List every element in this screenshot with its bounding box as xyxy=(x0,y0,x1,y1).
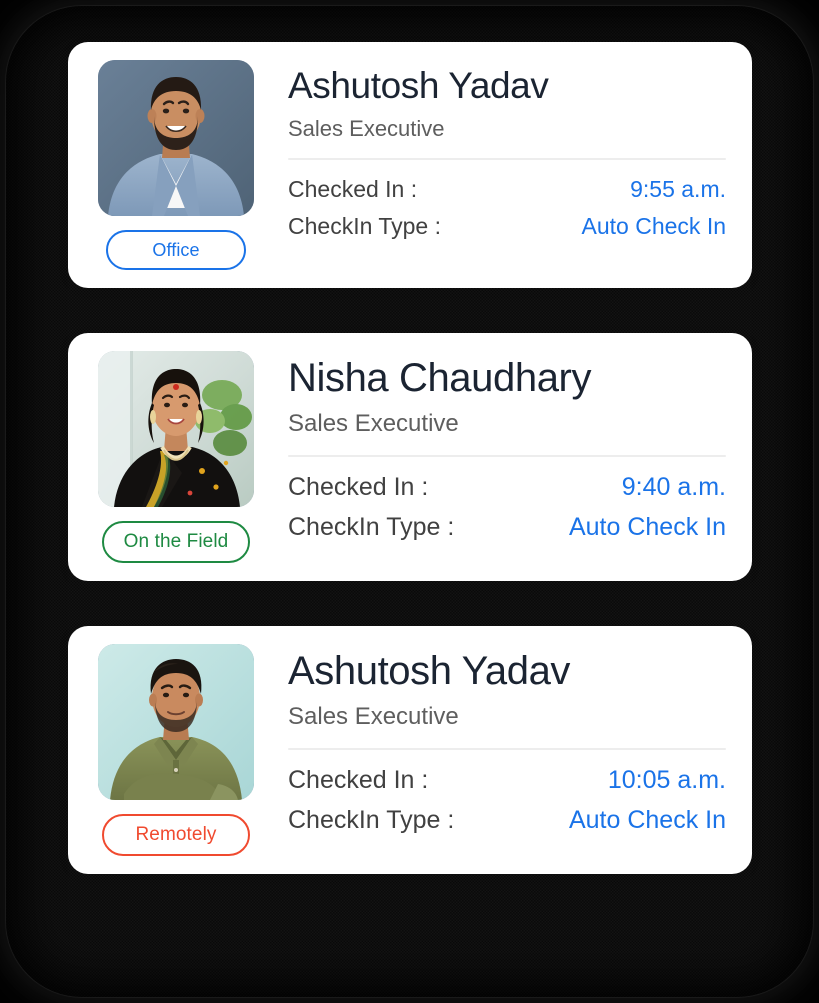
checkin-type-label: CheckIn Type : xyxy=(288,805,455,834)
work-location-badge-label: Remotely xyxy=(135,824,217,845)
work-location-badge-label: Office xyxy=(152,239,200,260)
screen: Office Ashutosh Yadav Sales Executive Ch… xyxy=(0,0,819,1003)
work-location-badge[interactable]: On the Field xyxy=(102,521,250,563)
checked-in-value: 10:05 a.m. xyxy=(607,765,726,794)
checked-in-value: 9:40 a.m. xyxy=(621,472,726,501)
checkin-type-row: CheckIn Type : Auto Check In xyxy=(288,804,726,838)
checkin-type-value: Auto Check In xyxy=(568,512,726,541)
checkin-card[interactable]: Office Ashutosh Yadav Sales Executive Ch… xyxy=(68,42,752,288)
person-details-column: Ashutosh Yadav Sales Executive Checked I… xyxy=(262,644,726,837)
person-details-column: Ashutosh Yadav Sales Executive Checked I… xyxy=(262,60,726,242)
checkin-type-row: CheckIn Type : Auto Check In xyxy=(288,511,726,545)
person-role: Sales Executive xyxy=(288,703,459,731)
person-name: Nisha Chaudhary xyxy=(288,356,592,400)
checkin-card-list: Office Ashutosh Yadav Sales Executive Ch… xyxy=(68,42,752,874)
person-role: Sales Executive xyxy=(288,115,445,141)
avatar xyxy=(98,60,254,216)
checkin-info-group: Checked In : 9:40 a.m. CheckIn Type : Au… xyxy=(288,471,726,545)
divider xyxy=(288,454,726,457)
checkin-type-value: Auto Check In xyxy=(568,805,726,834)
avatar-image-nisha-saree xyxy=(98,351,254,507)
checked-in-label: Checked In : xyxy=(288,765,429,794)
person-details-column: Nisha Chaudhary Sales Executive Checked … xyxy=(262,351,726,544)
avatar-image-ashutosh-blazer xyxy=(98,60,254,216)
checked-in-value: 9:55 a.m. xyxy=(630,176,726,203)
checkin-type-value: Auto Check In xyxy=(581,213,726,240)
divider xyxy=(288,158,726,161)
checkin-type-row: CheckIn Type : Auto Check In xyxy=(288,211,726,242)
person-name: Ashutosh Yadav xyxy=(288,649,571,693)
checkin-type-label: CheckIn Type : xyxy=(288,213,441,240)
checkin-card[interactable]: Remotely Ashutosh Yadav Sales Executive … xyxy=(68,626,752,874)
person-identity-column: Office xyxy=(90,60,262,270)
checked-in-row: Checked In : 10:05 a.m. xyxy=(288,764,726,798)
work-location-badge[interactable]: Office xyxy=(106,230,246,270)
checked-in-row: Checked In : 9:55 a.m. xyxy=(288,174,726,205)
avatar-image-ashutosh-olive-shirt xyxy=(98,644,254,800)
divider xyxy=(288,747,726,750)
checkin-card[interactable]: On the Field Nisha Chaudhary Sales Execu… xyxy=(68,333,752,581)
person-role: Sales Executive xyxy=(288,410,459,438)
person-identity-column: On the Field xyxy=(90,351,262,563)
work-location-badge-label: On the Field xyxy=(123,531,229,552)
work-location-badge[interactable]: Remotely xyxy=(102,814,250,856)
checked-in-label: Checked In : xyxy=(288,176,418,203)
person-name: Ashutosh Yadav xyxy=(288,65,549,106)
checkin-type-label: CheckIn Type : xyxy=(288,512,455,541)
avatar xyxy=(98,351,254,507)
person-identity-column: Remotely xyxy=(90,644,262,856)
avatar xyxy=(98,644,254,800)
checked-in-row: Checked In : 9:40 a.m. xyxy=(288,471,726,505)
checked-in-label: Checked In : xyxy=(288,472,429,501)
checkin-info-group: Checked In : 10:05 a.m. CheckIn Type : A… xyxy=(288,764,726,838)
checkin-info-group: Checked In : 9:55 a.m. CheckIn Type : Au… xyxy=(288,174,726,242)
